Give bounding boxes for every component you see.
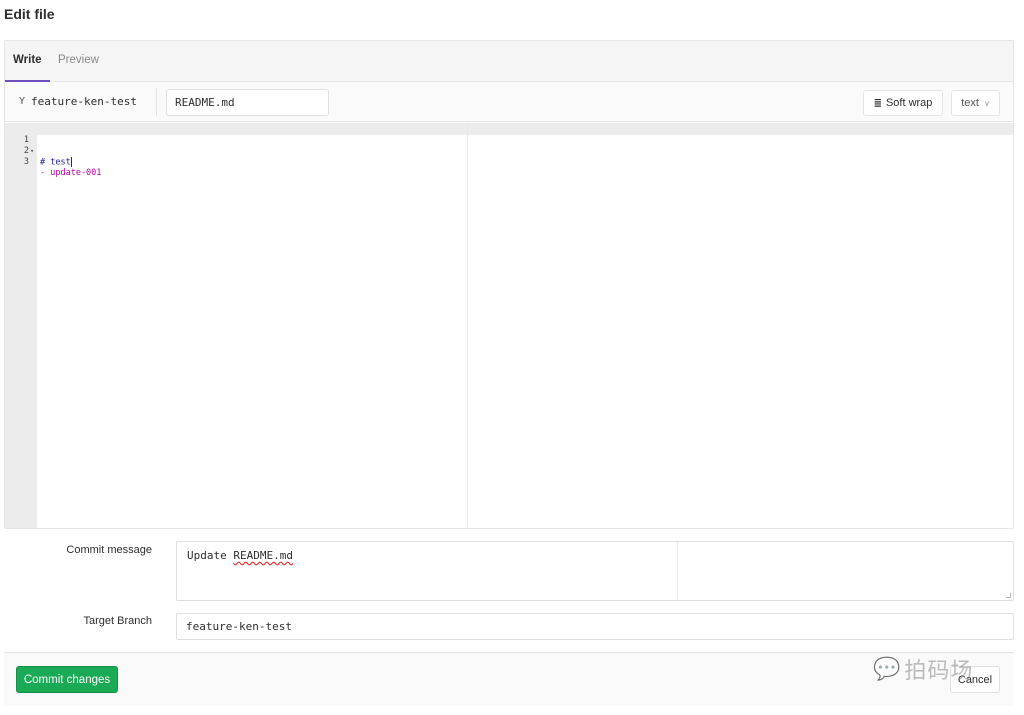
divider xyxy=(156,88,157,116)
tab-preview[interactable]: Preview xyxy=(58,54,99,66)
editor-line: 1 ▾ # test xyxy=(5,124,465,168)
file-editor-panel: Write Preview Y feature-ken-test ≣ Soft … xyxy=(4,40,1014,529)
editor-tabs: Write Preview xyxy=(5,41,1013,82)
soft-wrap-button[interactable]: ≣ Soft wrap xyxy=(863,90,943,116)
file-title-bar: Y feature-ken-test ≣ Soft wrap text ∨ xyxy=(5,82,1013,122)
branch-indicator: Y feature-ken-test xyxy=(19,95,137,108)
print-margin xyxy=(467,123,468,528)
line-code: - update-001 xyxy=(40,168,102,178)
target-branch-label: Target Branch xyxy=(83,615,152,627)
resize-handle-icon[interactable] xyxy=(1006,593,1011,598)
code-editor[interactable]: 1 ▾ # test 2 3 - update-001 xyxy=(5,123,1013,528)
tab-write[interactable]: Write xyxy=(13,54,42,66)
form-actions: Commit changes Cancel xyxy=(4,652,1014,706)
line-text: # test xyxy=(40,157,71,168)
page-title: Edit file xyxy=(4,6,55,22)
editor-line: 3 - update-001 xyxy=(5,146,465,178)
editor-line: 2 xyxy=(5,135,465,156)
chevron-down-icon: ∨ xyxy=(983,98,990,108)
line-code: # test xyxy=(40,157,72,169)
commit-changes-button[interactable]: Commit changes xyxy=(16,666,118,693)
soft-wrap-label: Soft wrap xyxy=(885,97,933,109)
language-label: text xyxy=(961,97,979,109)
branch-name: feature-ken-test xyxy=(31,95,137,108)
filename-input[interactable] xyxy=(166,89,329,116)
language-dropdown[interactable]: text ∨ xyxy=(951,90,1000,116)
commit-message-textarea[interactable]: Update README.md xyxy=(176,541,1014,601)
text-cursor xyxy=(70,157,72,167)
cancel-button[interactable]: Cancel xyxy=(950,666,1000,693)
line-number: 3 xyxy=(23,157,29,167)
spellcheck-flagged-word: README.md xyxy=(233,549,293,562)
commit-message-prefix: Update xyxy=(187,549,234,562)
print-margin xyxy=(677,542,678,600)
commit-message-text: Update README.md xyxy=(187,549,293,562)
commit-message-label: Commit message xyxy=(66,544,152,556)
target-branch-input[interactable] xyxy=(176,613,1014,640)
wrap-icon: ≣ xyxy=(873,97,882,109)
fork-icon: Y xyxy=(19,96,26,107)
